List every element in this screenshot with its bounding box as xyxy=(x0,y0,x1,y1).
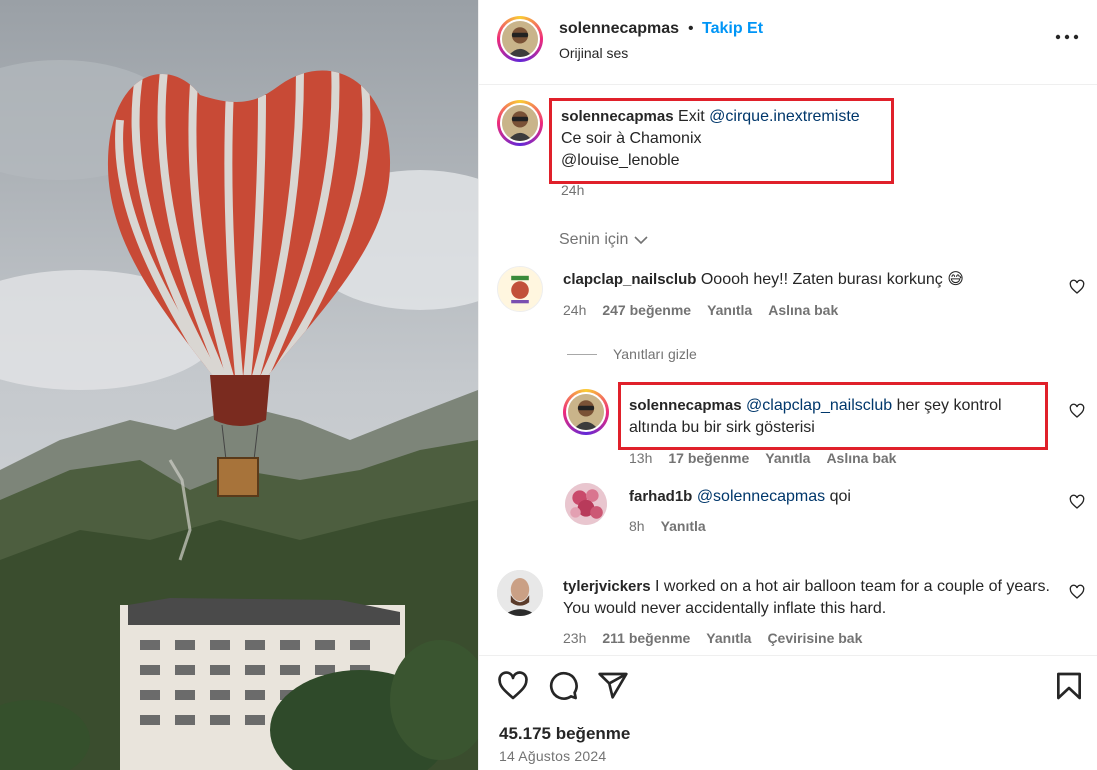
avatar-image xyxy=(502,105,538,141)
reply-mention[interactable]: @clapclap_nailsclub xyxy=(746,397,892,414)
reply-mention[interactable]: @solennecapmas xyxy=(697,488,825,505)
reply-username[interactable]: farhad1b xyxy=(629,488,692,505)
post-date: 14 Ağustos 2024 xyxy=(499,748,607,764)
heart-icon[interactable] xyxy=(1069,494,1085,510)
comment-username[interactable]: tylerjvickers xyxy=(563,578,651,595)
reply-meta: 13h 17 beğenme Yanıtla Aslına bak xyxy=(629,450,896,466)
audio-label[interactable]: Orijinal ses xyxy=(559,45,628,61)
comment-meta: 23h 211 beğenme Yanıtla Çevirisine bak xyxy=(563,630,862,646)
avatar-image xyxy=(565,483,607,525)
hide-replies-button[interactable]: Yanıtları gizle xyxy=(567,346,697,362)
reply-body: farhad1b @solennecapmas qoi xyxy=(629,486,1044,508)
comment-meta: 24h 247 beğenme Yanıtla Aslına bak xyxy=(563,302,838,318)
comment-text: Ooooh hey!! Zaten burası korkunç 😅 xyxy=(700,271,964,288)
reply-text: qoi xyxy=(829,488,851,505)
for-you-label: Senin için xyxy=(559,231,629,248)
caption-username[interactable]: solennecapmas xyxy=(561,108,674,125)
avatar-image xyxy=(497,570,543,616)
heart-icon[interactable] xyxy=(1069,403,1085,419)
more-icon[interactable] xyxy=(1055,31,1079,43)
comment-avatar[interactable] xyxy=(497,266,543,312)
avatar-image xyxy=(498,267,542,311)
comment-username[interactable]: clapclap_nailsclub xyxy=(563,271,696,288)
follow-button[interactable]: Takip Et xyxy=(702,20,763,38)
reply-avatar[interactable] xyxy=(563,389,609,435)
see-original-button[interactable]: Aslına bak xyxy=(826,450,896,466)
see-translation-button[interactable]: Çevirisine bak xyxy=(767,630,862,646)
divider xyxy=(567,353,597,355)
caption-avatar[interactable] xyxy=(497,100,543,146)
reply-button[interactable]: Yanıtla xyxy=(765,450,810,466)
for-you-filter[interactable]: Senin için xyxy=(559,231,648,249)
avatar-image xyxy=(502,21,538,57)
reply-time: 8h xyxy=(629,518,645,534)
caption-line: Ce soir à Chamonix xyxy=(561,130,702,147)
author-avatar[interactable] xyxy=(497,16,543,62)
reply-time: 13h xyxy=(629,450,653,466)
reply-username[interactable]: solennecapmas xyxy=(629,397,742,414)
comment-likes[interactable]: 247 beğenme xyxy=(602,302,691,318)
reply-likes[interactable]: 17 beğenme xyxy=(668,450,749,466)
share-icon[interactable] xyxy=(597,670,629,702)
actions-divider xyxy=(479,655,1097,656)
reply-button[interactable]: Yanıtla xyxy=(661,518,706,534)
reply-button[interactable]: Yanıtla xyxy=(707,302,752,318)
comment-body: tylerjvickers I worked on a hot air ball… xyxy=(563,576,1053,620)
reply-button[interactable]: Yanıtla xyxy=(706,630,751,646)
balloon-photo xyxy=(0,0,478,770)
chevron-down-icon xyxy=(634,236,648,245)
avatar-image xyxy=(568,394,604,430)
comment-avatar[interactable] xyxy=(497,570,543,616)
heart-icon[interactable] xyxy=(497,670,529,702)
caption: solennecapmas Exit @cirque.inextremiste … xyxy=(561,106,891,172)
comment-time: 24h xyxy=(563,302,587,318)
post-panel: solennecapmas • Takip Et Orijinal ses so… xyxy=(478,0,1097,770)
reply-body: solennecapmas @clapclap_nailsclub her şe… xyxy=(629,395,1044,439)
reply-meta: 8h Yanıtla xyxy=(629,518,706,534)
header-separator: • xyxy=(688,20,694,37)
bookmark-icon[interactable] xyxy=(1053,670,1085,702)
likes-count[interactable]: 45.175 beğenme xyxy=(499,724,630,744)
comment-body: clapclap_nailsclub Ooooh hey!! Zaten bur… xyxy=(563,269,1043,291)
caption-text: Exit xyxy=(678,108,705,125)
post-media[interactable] xyxy=(0,0,478,770)
heart-icon[interactable] xyxy=(1069,279,1085,295)
caption-time: 24h xyxy=(561,182,585,198)
comment-icon[interactable] xyxy=(547,670,579,702)
comment-likes[interactable]: 211 beğenme xyxy=(602,630,690,646)
reply-avatar[interactable] xyxy=(565,483,607,525)
see-original-button[interactable]: Aslına bak xyxy=(768,302,838,318)
caption-mention[interactable]: @cirque.inextremiste xyxy=(709,108,860,125)
comment-time: 23h xyxy=(563,630,587,646)
header-divider xyxy=(479,84,1097,85)
caption-mention[interactable]: @louise_lenoble xyxy=(561,150,891,172)
hide-replies-label: Yanıtları gizle xyxy=(613,346,697,362)
heart-icon[interactable] xyxy=(1069,584,1085,600)
header-username[interactable]: solennecapmas xyxy=(559,20,679,38)
